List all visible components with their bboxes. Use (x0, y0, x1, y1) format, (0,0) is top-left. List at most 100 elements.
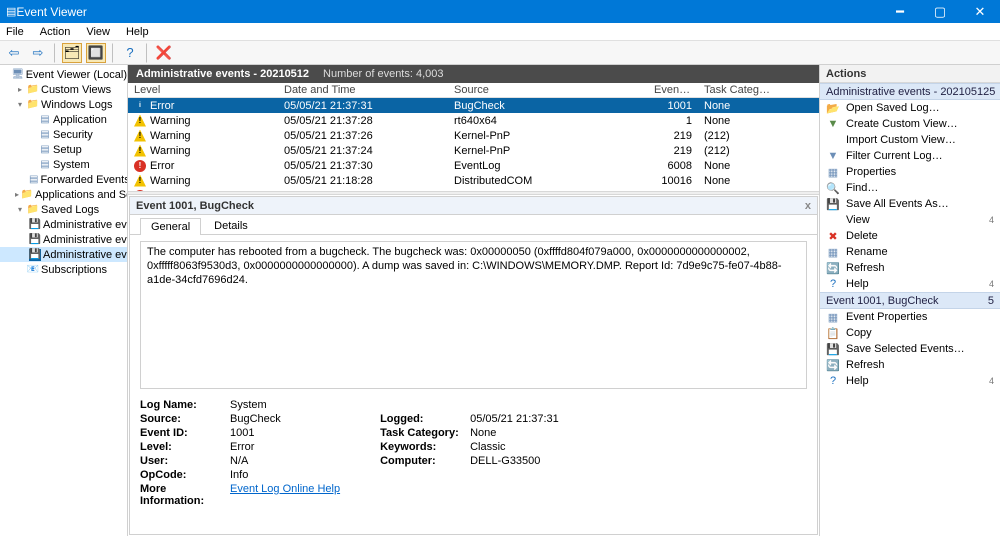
tree-item[interactable]: ▤Setup (0, 142, 127, 157)
tree-item[interactable]: 💾Administrative events - 20… (0, 217, 127, 232)
tree-item[interactable]: ▤System (0, 157, 127, 172)
action-icon: 📋 (826, 326, 840, 340)
tree-item[interactable]: 💾Administrative events - 20… (0, 232, 127, 247)
show-tree-button[interactable]: 🗂 (62, 43, 82, 63)
tab-general[interactable]: General (140, 218, 201, 235)
prop-value: System (230, 399, 267, 413)
action-item[interactable]: View4 (820, 212, 1000, 228)
cell-datetime: 05/05/21 21:18:28 (278, 175, 448, 187)
event-row[interactable]: !Warning05/05/21 21:37:24Kernel-PnP219(2… (128, 143, 819, 158)
action-item[interactable]: ▦Event Properties (820, 309, 1000, 325)
grid-header[interactable]: Level Date and Time Source Event ID Task… (128, 83, 819, 98)
tree-item[interactable]: ▸📁Applications and Services Logs (0, 187, 127, 202)
forward-button[interactable]: ⇨ (28, 43, 48, 63)
level-icon: ! (134, 130, 146, 142)
tree-item[interactable]: ▤Security (0, 127, 127, 142)
action-item[interactable]: 🔍Find… (820, 180, 1000, 196)
menu-bar: File Action View Help (0, 23, 1000, 41)
prop-key: Computer: (380, 455, 470, 469)
action-label: Save Selected Events… (846, 343, 994, 355)
tree-label: Administrative events - 20… (43, 249, 128, 261)
preview-pane-button[interactable]: 🔲 (86, 43, 106, 63)
action-item[interactable]: ▦Rename (820, 244, 1000, 260)
minimize-button[interactable]: ━ (880, 0, 920, 23)
tree-item[interactable]: 📧Subscriptions (0, 262, 127, 277)
maximize-button[interactable]: ▢ (920, 0, 960, 23)
tree-twisty-icon[interactable] (27, 130, 37, 140)
action-item[interactable]: 📂Open Saved Log… (820, 100, 1000, 116)
tree-item[interactable]: ▾📁Windows Logs (0, 97, 127, 112)
tree-twisty-icon[interactable]: ▸ (15, 190, 19, 200)
menu-help[interactable]: Help (124, 25, 151, 39)
tree-twisty-icon[interactable] (27, 160, 37, 170)
tree-item[interactable]: ▤Application (0, 112, 127, 127)
log-icon: ▤ (39, 129, 51, 141)
col-datetime[interactable]: Date and Time (278, 84, 448, 96)
action-icon: ? (826, 277, 840, 291)
tree-item[interactable]: 💾Administrative events - 20… (0, 247, 127, 262)
tree-item[interactable]: 🖥Event Viewer (Local) (0, 67, 127, 82)
log-icon: ▤ (29, 174, 38, 186)
action-item[interactable]: ?Help4 (820, 276, 1000, 292)
tree-twisty-icon[interactable] (3, 70, 10, 80)
action-item[interactable]: ✖Delete (820, 228, 1000, 244)
tree-item[interactable]: ▤Forwarded Events (0, 172, 127, 187)
menu-action[interactable]: Action (38, 25, 73, 39)
tree-item[interactable]: ▾📁Saved Logs (0, 202, 127, 217)
action-item[interactable]: ▼ Filter Current Log… (820, 148, 1000, 164)
close-detail-icon[interactable]: x (805, 200, 811, 212)
cell-datetime: 05/05/21 21:37:30 (278, 160, 448, 172)
horizontal-splitter[interactable] (128, 191, 819, 195)
menu-view[interactable]: View (84, 25, 112, 39)
action-label: Delete (846, 230, 994, 242)
col-source[interactable]: Source (448, 84, 648, 96)
action-item[interactable]: 🔄Refresh (820, 357, 1000, 373)
action-item[interactable]: ▦Properties (820, 164, 1000, 180)
nav-tree[interactable]: 🖥Event Viewer (Local)▸📁Custom Views▾📁Win… (0, 65, 128, 536)
action-label: Filter Current Log… (846, 150, 994, 162)
tree-item[interactable]: ▸📁Custom Views (0, 82, 127, 97)
tree-label: Event Viewer (Local) (26, 69, 127, 81)
col-level[interactable]: Level (128, 84, 278, 96)
app-icon: ▤ (6, 5, 16, 18)
level-icon: ! (134, 175, 146, 187)
tree-twisty-icon[interactable] (27, 145, 37, 155)
event-grid[interactable]: Level Date and Time Source Event ID Task… (128, 83, 819, 191)
event-row[interactable]: !Error05/05/21 21:18:17Service Control M… (128, 188, 819, 191)
action-item[interactable]: Import Custom View… (820, 132, 1000, 148)
help-button[interactable]: ? (120, 43, 140, 63)
menu-file[interactable]: File (4, 25, 26, 39)
prop-value: BugCheck (230, 413, 281, 427)
action-item[interactable]: ▼Create Custom View… (820, 116, 1000, 132)
tree-label: Administrative events - 20… (43, 219, 128, 231)
action-item[interactable]: 📋Copy (820, 325, 1000, 341)
col-event-id[interactable]: Event ID (648, 84, 698, 96)
tree-twisty-icon[interactable]: ▾ (15, 205, 25, 215)
cell-task-category: None (698, 100, 778, 112)
cell-task-category: (212) (698, 130, 778, 142)
delete-button[interactable]: ❌ (154, 43, 174, 63)
cell-source: Kernel-PnP (448, 130, 648, 142)
tab-details[interactable]: Details (203, 217, 259, 234)
tree-twisty-icon[interactable] (27, 115, 37, 125)
action-item[interactable]: 🔄Refresh (820, 260, 1000, 276)
col-task-category[interactable]: Task Category (698, 84, 778, 96)
event-row[interactable]: iError05/05/21 21:37:31BugCheck1001None (128, 98, 819, 113)
event-row[interactable]: !Warning05/05/21 21:18:28DistributedCOM1… (128, 173, 819, 188)
action-item[interactable]: ?Help4 (820, 373, 1000, 389)
event-row[interactable]: !Warning05/05/21 21:37:26Kernel-PnP219(2… (128, 128, 819, 143)
more-info-link[interactable]: Event Log Online Help (230, 483, 340, 495)
event-row[interactable]: !Warning05/05/21 21:37:28rt640x641None (128, 113, 819, 128)
tree-twisty-icon[interactable]: ▾ (15, 100, 25, 110)
tree-twisty-icon[interactable]: ▸ (15, 85, 25, 95)
back-button[interactable]: ⇦ (4, 43, 24, 63)
action-icon: ▼ (826, 149, 840, 163)
toolbar-separator (146, 43, 148, 63)
action-item[interactable]: 💾Save Selected Events… (820, 341, 1000, 357)
event-row[interactable]: !Error05/05/21 21:37:30EventLog6008None (128, 158, 819, 173)
level-text: Warning (150, 115, 191, 127)
tree-twisty-icon[interactable] (15, 265, 25, 275)
close-button[interactable]: ✕ (960, 0, 1000, 23)
log-icon: 📧 (27, 264, 39, 276)
action-item[interactable]: 💾Save All Events As… (820, 196, 1000, 212)
